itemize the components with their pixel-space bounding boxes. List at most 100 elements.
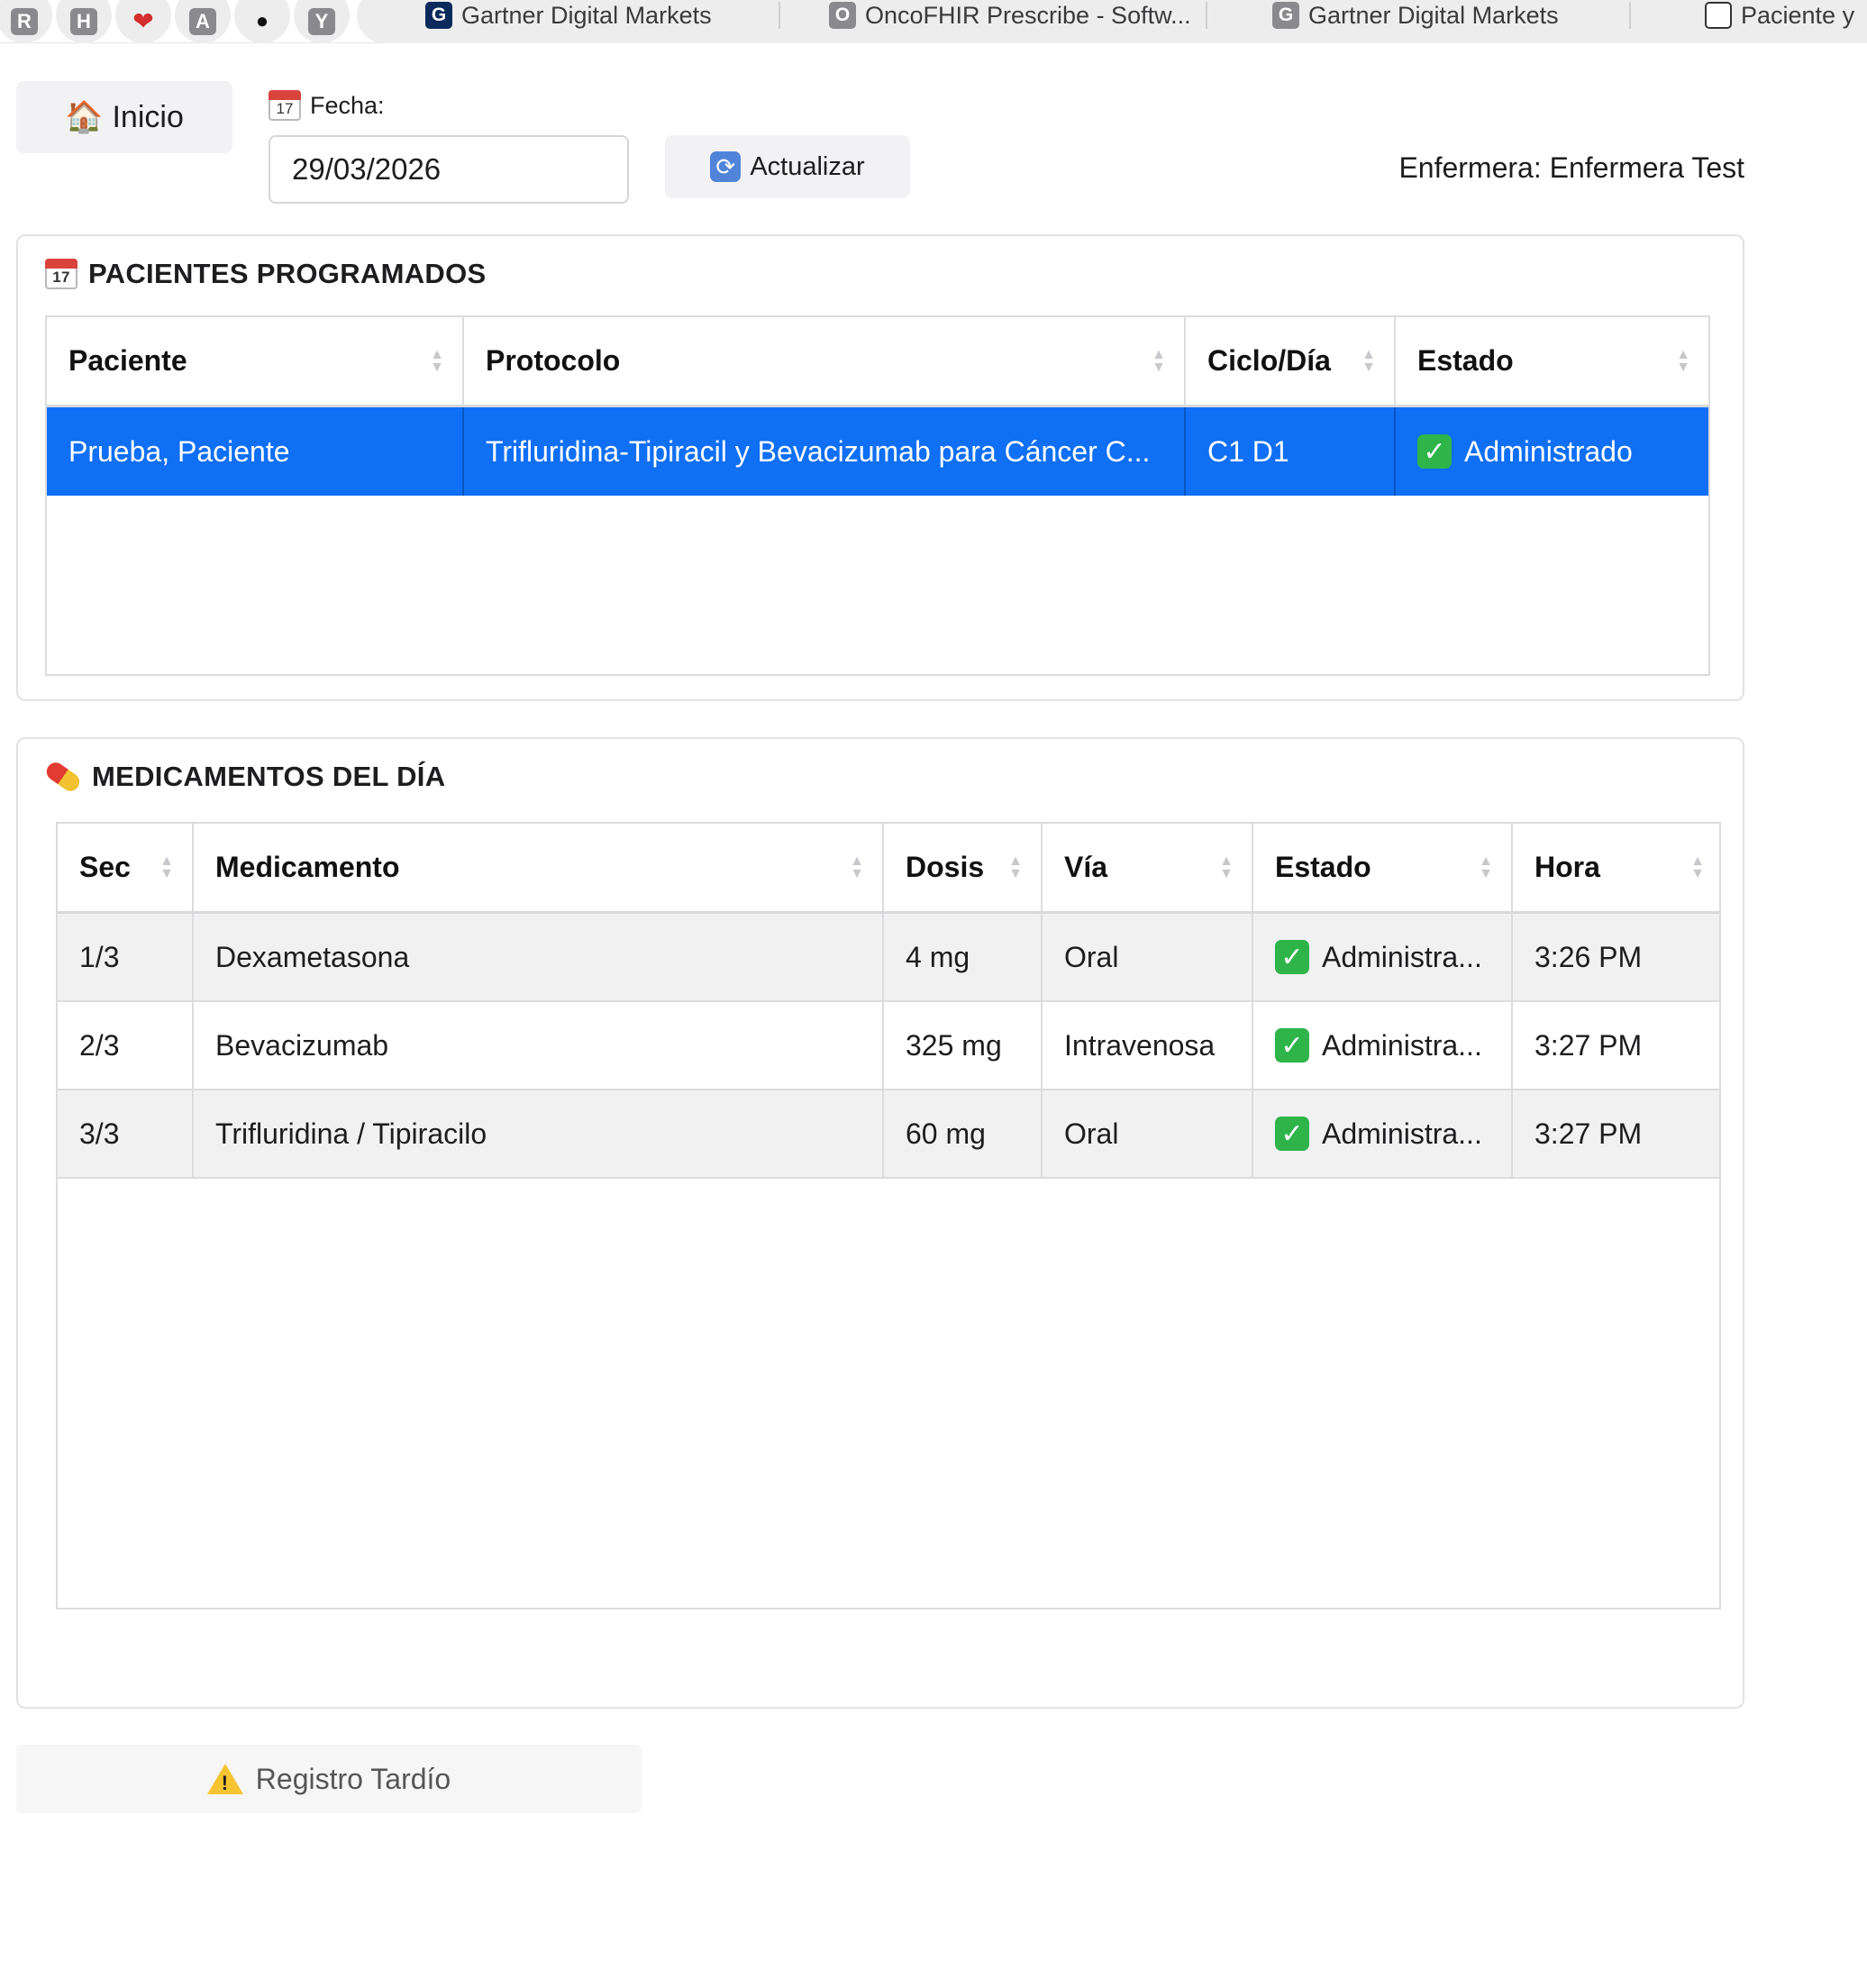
sort-icon[interactable]: ▲ ▼ bbox=[1362, 347, 1376, 374]
sort-icon[interactable]: ▲ ▼ bbox=[850, 853, 864, 880]
protocol-text: Trifluridina-Tipiracil y Bevacizumab par… bbox=[486, 434, 1151, 468]
cell-dosis: 4 mg bbox=[884, 914, 1043, 1000]
column-header-dosis[interactable]: Dosis ▲ ▼ bbox=[884, 824, 1043, 911]
cell-estado: ✓ Administrado bbox=[1396, 407, 1708, 496]
daily-medications-title: MEDICAMENTOS DEL DÍA bbox=[42, 759, 446, 795]
tab-gartner-2[interactable]: G Gartner Digital Markets bbox=[1272, 0, 1597, 31]
late-entry-button[interactable]: ! Registro Tardío bbox=[16, 1745, 642, 1813]
status-text: Administra... bbox=[1322, 940, 1482, 973]
column-header-label: Estado bbox=[1275, 851, 1371, 883]
pill-icon bbox=[42, 759, 84, 795]
home-button-label: Inicio bbox=[112, 99, 184, 134]
medications-table: Sec ▲ ▼ Medicamento ▲ ▼ Dosis ▲ ▼ Vía ▲ ▼ Es… bbox=[56, 822, 1721, 1610]
sort-icon[interactable]: ▲ ▼ bbox=[1676, 347, 1690, 374]
table-row[interactable]: 3/3 Trifluridina / Tipiracilo 60 mg Oral… bbox=[58, 1090, 1719, 1179]
cell-sec: 3/3 bbox=[58, 1090, 194, 1177]
refresh-button-label: Actualizar bbox=[750, 151, 865, 181]
status-text: Administrado bbox=[1464, 434, 1633, 468]
column-header-estado[interactable]: Estado ▲ ▼ bbox=[1396, 317, 1708, 405]
column-header-ciclo-dia[interactable]: Ciclo/Día ▲ ▼ bbox=[1186, 317, 1396, 405]
column-header-hora[interactable]: Hora ▲ ▼ bbox=[1513, 824, 1719, 911]
cell-protocolo: Trifluridina-Tipiracil y Bevacizumab par… bbox=[464, 407, 1186, 496]
status-text: Administra... bbox=[1322, 1117, 1482, 1150]
cell-medicamento: Dexametasona bbox=[194, 914, 884, 1000]
column-header-label: Paciente bbox=[68, 344, 187, 377]
table-row[interactable]: 2/3 Bevacizumab 325 mg Intravenosa ✓ Adm… bbox=[58, 1002, 1719, 1090]
cell-ciclo-dia: C1 D1 bbox=[1186, 407, 1396, 496]
apple-logo-icon: ● bbox=[255, 9, 269, 33]
tab-oncofhir[interactable]: O OncoFHIR Prescribe - Softw... bbox=[829, 0, 1189, 31]
column-header-label: Medicamento bbox=[215, 851, 400, 883]
tab-separator bbox=[1206, 2, 1207, 29]
date-input[interactable] bbox=[269, 135, 629, 204]
column-header-via[interactable]: Vía ▲ ▼ bbox=[1043, 824, 1253, 911]
column-header-label: Vía bbox=[1064, 851, 1108, 883]
cell-medicamento: Trifluridina / Tipiracilo bbox=[194, 1090, 884, 1177]
sort-icon[interactable]: ▲ ▼ bbox=[1008, 853, 1023, 880]
sort-icon[interactable]: ▲ ▼ bbox=[1152, 347, 1166, 374]
table-header-row: Sec ▲ ▼ Medicamento ▲ ▼ Dosis ▲ ▼ Vía ▲ ▼ Es… bbox=[58, 824, 1719, 914]
check-mark-icon: ✓ bbox=[1275, 1028, 1309, 1062]
refresh-button[interactable]: ⟳ Actualizar bbox=[665, 135, 910, 198]
h-badge-icon: H bbox=[70, 8, 97, 35]
patients-table: Paciente ▲ ▼ Protocolo ▲ ▼ Ciclo/Día ▲ ▼ Es… bbox=[45, 315, 1710, 676]
gartner-favicon-icon: G bbox=[1272, 2, 1299, 29]
tab-title: Gartner Digital Markets bbox=[1308, 1, 1559, 29]
refresh-icon: ⟳ bbox=[710, 151, 742, 182]
apple-red-icon: ❤ bbox=[132, 7, 154, 35]
column-header-label: Estado bbox=[1417, 344, 1514, 377]
y-badge-icon: Y bbox=[308, 8, 335, 35]
nurse-name: Enfermera: Enfermera Test bbox=[1398, 151, 1744, 184]
sort-icon[interactable]: ▲ ▼ bbox=[430, 347, 444, 374]
table-header-row: Paciente ▲ ▼ Protocolo ▲ ▼ Ciclo/Día ▲ ▼ Es… bbox=[47, 317, 1708, 407]
tab-gartner-1[interactable]: G Gartner Digital Markets bbox=[425, 0, 750, 31]
warning-icon: ! bbox=[206, 1764, 243, 1794]
status-text: Administra... bbox=[1322, 1028, 1482, 1062]
scheduled-patients-title: 17 PACIENTES PROGRAMADOS bbox=[45, 258, 486, 290]
column-header-sec[interactable]: Sec ▲ ▼ bbox=[58, 824, 194, 911]
pinned-tab-a[interactable]: A bbox=[175, 0, 231, 43]
pinned-tab-apple-logo[interactable]: ● bbox=[234, 0, 290, 43]
sort-icon[interactable]: ▲ ▼ bbox=[159, 853, 174, 880]
cell-dosis: 60 mg bbox=[884, 1090, 1043, 1177]
pinned-tab-apple[interactable]: ❤ bbox=[115, 0, 171, 43]
table-row[interactable]: 1/3 Dexametasona 4 mg Oral ✓ Administra.… bbox=[58, 914, 1719, 1002]
table-row[interactable]: Prueba, Paciente Trifluridina-Tipiracil … bbox=[47, 407, 1708, 496]
cell-hora: 3:27 PM bbox=[1535, 1028, 1643, 1062]
cell-medicamento: Bevacizumab bbox=[194, 1002, 884, 1089]
a-badge-icon: A bbox=[189, 8, 216, 35]
column-header-protocolo[interactable]: Protocolo ▲ ▼ bbox=[464, 317, 1186, 405]
cell-hora: 3:26 PM bbox=[1535, 940, 1643, 973]
sort-icon[interactable]: ▲ ▼ bbox=[1690, 853, 1705, 880]
cell-via: Intravenosa bbox=[1043, 1002, 1253, 1089]
date-label: 17 Fecha: bbox=[269, 90, 385, 121]
cell-estado: ✓ Administra... bbox=[1253, 1002, 1513, 1089]
tab-separator bbox=[779, 2, 780, 29]
panel-title-text: MEDICAMENTOS DEL DÍA bbox=[92, 761, 446, 792]
tab-title: Gartner Digital Markets bbox=[461, 1, 712, 29]
house-icon: 🏠 bbox=[65, 100, 104, 134]
column-header-label: Hora bbox=[1535, 851, 1600, 883]
pinned-tab-h[interactable]: H bbox=[56, 0, 112, 43]
sort-icon[interactable]: ▲ ▼ bbox=[1219, 853, 1234, 880]
panel-title-text: PACIENTES PROGRAMADOS bbox=[88, 258, 487, 289]
column-header-label: Sec bbox=[79, 851, 131, 883]
date-label-text: Fecha: bbox=[310, 91, 385, 119]
cell-estado: ✓ Administra... bbox=[1253, 914, 1513, 1000]
calendar-icon: 17 bbox=[45, 259, 77, 289]
pinned-tab-y[interactable]: Y bbox=[294, 0, 350, 43]
check-mark-icon: ✓ bbox=[1275, 940, 1309, 974]
cell-via: Oral bbox=[1043, 1090, 1253, 1177]
gartner-favicon-icon: G bbox=[425, 2, 452, 29]
pinned-tab-r[interactable]: R bbox=[0, 0, 52, 43]
browser-tab-strip: R H ❤ A ● Y G Gartner Digital Markets O … bbox=[0, 0, 1867, 43]
cell-estado: ✓ Administra... bbox=[1253, 1090, 1513, 1177]
column-header-estado[interactable]: Estado ▲ ▼ bbox=[1253, 824, 1513, 911]
home-button[interactable]: 🏠 Inicio bbox=[16, 81, 232, 153]
tab-paciente[interactable]: Paciente y bbox=[1705, 0, 1867, 31]
sort-icon[interactable]: ▲ ▼ bbox=[1479, 853, 1493, 880]
cell-dosis: 325 mg bbox=[884, 1002, 1043, 1089]
tabs-bar: G Gartner Digital Markets O OncoFHIR Pre… bbox=[357, 0, 1867, 43]
column-header-medicamento[interactable]: Medicamento ▲ ▼ bbox=[194, 824, 884, 911]
column-header-paciente[interactable]: Paciente ▲ ▼ bbox=[47, 317, 464, 405]
